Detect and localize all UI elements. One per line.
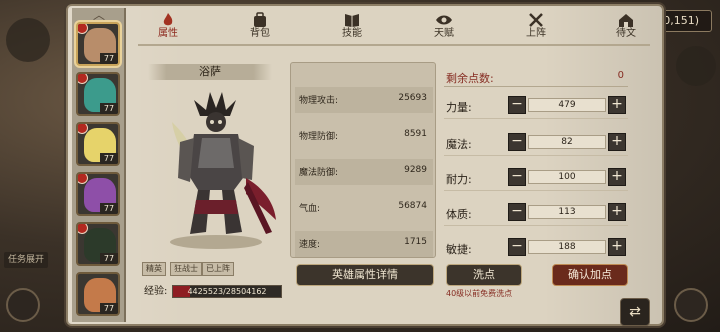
house-icon (619, 14, 633, 27)
remaining-points-value: 0 (617, 70, 624, 81)
stat-row: 物理防御: 8591 (295, 123, 433, 149)
attribute-value: 188 (528, 240, 606, 254)
decrease-button[interactable]: − (508, 96, 526, 114)
hero-level: 77 (100, 153, 118, 164)
divider (444, 86, 628, 87)
hero-list-card[interactable]: 77 (76, 72, 120, 116)
alert-badge-icon (78, 124, 88, 134)
attribute-value: 100 (528, 170, 606, 184)
eye-icon (436, 15, 452, 25)
hero-level: 77 (100, 253, 118, 264)
stat-row: 物理攻击: 25693 (295, 87, 433, 113)
tab-bar: 属性 背包 技能 天赋 上阵 待文 (140, 12, 650, 42)
world-object (676, 46, 716, 86)
attribute-row-stamina: 耐力: − 100 + (444, 168, 630, 191)
tag-class: 狂战士 (170, 262, 202, 276)
stat-value: 56874 (398, 201, 427, 211)
increase-button[interactable]: + (608, 238, 626, 256)
attribute-row-agility: 敏捷: − 188 + (444, 238, 630, 258)
hero-list-card[interactable]: 77 (76, 272, 120, 316)
attribute-row-magic: 魔法: − 82 + (444, 133, 630, 156)
task-expand-button[interactable]: 任务展开 (4, 252, 48, 268)
hero-level: 77 (100, 103, 118, 114)
tab-skills[interactable]: 技能 (324, 12, 380, 42)
attribute-label: 耐力: (446, 173, 472, 186)
stat-label: 速度: (299, 240, 321, 250)
wash-points-button[interactable]: 洗点 (446, 264, 522, 286)
attribute-value: 479 (528, 98, 606, 112)
stat-label: 魔法防御: (299, 168, 339, 178)
stat-row: 速度: 1715 (295, 231, 433, 257)
stat-row: 气血: 56874 (295, 195, 433, 221)
alert-badge-icon (78, 174, 88, 184)
book-icon (345, 14, 359, 27)
attribute-label: 魔法: (446, 138, 472, 151)
alert-badge-icon (78, 24, 88, 34)
hero-details-button[interactable]: 英雄属性详情 (296, 264, 434, 286)
flame-icon (163, 13, 173, 26)
hero-portrait (170, 92, 276, 249)
attribute-label: 敏捷: (446, 243, 472, 256)
stat-row: 魔法防御: 9289 (295, 159, 433, 185)
backpack-icon (254, 12, 266, 27)
scroll-up-icon[interactable]: ︿ (92, 9, 106, 21)
hero-list-card[interactable]: 77 (76, 222, 120, 266)
tab-backpack[interactable]: 背包 (232, 12, 288, 42)
hero-list-card[interactable]: 77 (76, 122, 120, 166)
exp-text: 4425523/28504162 (187, 287, 267, 296)
tab-house[interactable]: 待文 (598, 12, 654, 42)
stat-label: 气血: (299, 204, 321, 214)
hero-list-card[interactable]: 77 (76, 172, 120, 216)
increase-button[interactable]: + (608, 96, 626, 114)
stat-label: 物理攻击: (299, 96, 339, 106)
decrease-button[interactable]: − (508, 203, 526, 221)
attribute-label: 力量: (446, 101, 472, 114)
hero-level: 77 (100, 303, 118, 314)
attribute-row-constitution: 体质: − 113 + (444, 203, 630, 226)
tag-deployed: 已上阵 (202, 262, 234, 276)
decrease-button[interactable]: − (508, 168, 526, 186)
increase-button[interactable]: + (608, 203, 626, 221)
attribute-value: 82 (528, 135, 606, 149)
world-portrait (6, 18, 50, 62)
left-corner-button[interactable] (6, 288, 40, 322)
remaining-points-label: 剩余点数: (446, 72, 494, 85)
stats-panel: 物理攻击: 25693 物理防御: 8591 魔法防御: 9289 气血: 56… (290, 62, 436, 258)
tab-deploy[interactable]: 上阵 (508, 12, 564, 42)
exp-label: 经验: (144, 286, 168, 297)
hero-level: 77 (100, 203, 118, 214)
confirm-points-button[interactable]: 确认加点 (552, 264, 628, 286)
hero-list-card[interactable]: 77 (76, 22, 120, 66)
attribute-value: 113 (528, 205, 606, 219)
alert-badge-icon (78, 74, 88, 84)
tag-elite: 精英 (142, 262, 166, 276)
alert-badge-icon (78, 224, 88, 234)
crossed-swords-icon (529, 13, 543, 27)
stat-value: 8591 (404, 129, 427, 139)
decrease-button[interactable]: − (508, 238, 526, 256)
tab-divider (138, 44, 650, 46)
increase-button[interactable]: + (608, 133, 626, 151)
free-wash-note: 40级以前免费洗点 (446, 289, 513, 298)
hero-level: 77 (100, 53, 118, 64)
exp-bar: 4425523/28504162 (172, 285, 282, 298)
tab-talent[interactable]: 天赋 (416, 12, 472, 42)
attribute-label: 体质: (446, 208, 472, 221)
stat-value: 9289 (404, 165, 427, 175)
stat-label: 物理防御: (299, 132, 339, 142)
stat-value: 25693 (398, 93, 427, 103)
increase-button[interactable]: + (608, 168, 626, 186)
attribute-row-strength: 力量: − 479 + (444, 96, 630, 119)
right-corner-button[interactable] (674, 288, 708, 322)
hero-name: 浴萨 (148, 64, 272, 80)
stat-value: 1715 (404, 237, 427, 247)
share-icon[interactable]: ⇄ (620, 298, 650, 326)
tab-attributes[interactable]: 属性 (140, 12, 196, 42)
decrease-button[interactable]: − (508, 133, 526, 151)
